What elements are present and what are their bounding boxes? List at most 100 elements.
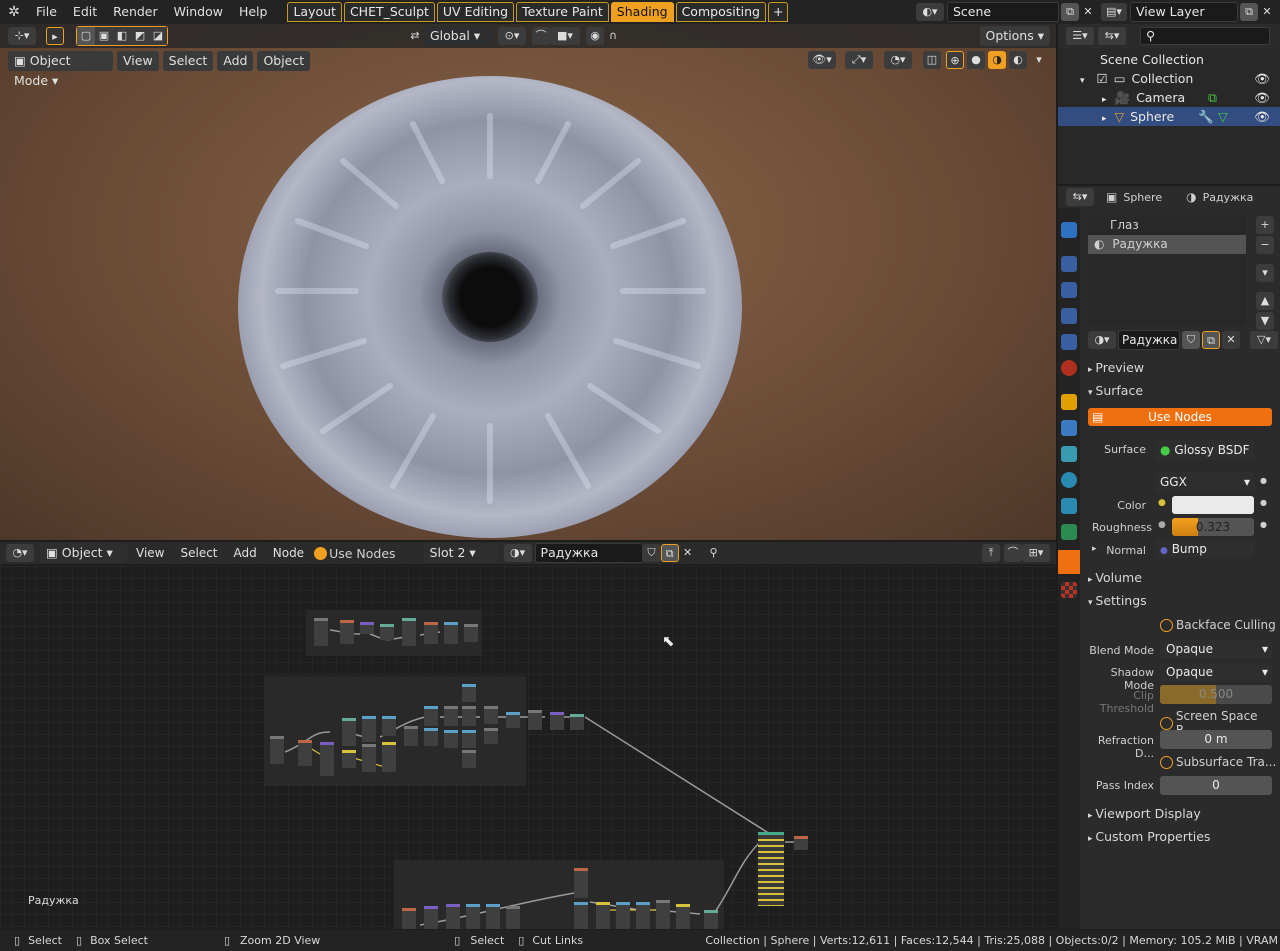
material-output-node[interactable] [758,832,784,906]
select-tool-icon[interactable]: ▸ [46,27,64,45]
properties-panel[interactable]: ⇆▾ ▣ Sphere ◑ Радужка Глаз ◐ Радужка + −… [1058,186,1280,929]
mesh-data-tab-icon[interactable] [1061,524,1077,540]
menu-file[interactable]: File [28,0,65,24]
node[interactable] [462,684,476,702]
proportional-edit-icon[interactable]: ◉ [586,27,604,45]
node[interactable] [320,742,334,776]
viewport-menu-object[interactable]: Object [257,51,311,71]
shading-options-icon[interactable]: ▾ [1030,51,1048,69]
physics-tab-icon[interactable] [1061,472,1077,488]
3d-viewport[interactable]: ⊹▾ ▸ ▢ ▣ ◧ ◩ ◪ ⇄ Global ▾ ⊙▾ ⌒ ■▾ ◉ ∩ Op… [0,24,1056,540]
iris-disc-model[interactable] [238,76,742,538]
particles-tab-icon[interactable] [1061,446,1077,462]
normal-input-field[interactable]: ● Bump [1156,540,1254,558]
node[interactable] [462,730,476,748]
viewport-display-section[interactable]: ▸ Viewport Display [1088,806,1201,821]
node[interactable] [298,740,312,766]
node[interactable] [570,714,584,730]
fake-user-icon[interactable]: ⛉ [1182,331,1200,349]
gizmo-icon[interactable]: ⤢▾ [845,51,873,69]
tab-compositing[interactable]: Compositing [675,2,766,22]
normal-expand-icon[interactable]: ▸ [1092,544,1097,554]
new-view-layer-icon[interactable]: ⧉ [1240,3,1258,21]
node[interactable] [380,624,394,640]
mesh-data-icon[interactable]: ▽ [1218,107,1228,126]
select-mode-buttons[interactable]: ▢ ▣ ◧ ◩ ◪ [76,26,168,46]
node[interactable] [486,904,500,929]
node[interactable] [444,622,458,644]
node[interactable] [484,728,498,744]
slot-specials-icon[interactable]: ▾ [1256,264,1274,282]
node[interactable] [382,716,396,736]
falloff-icon[interactable]: ∩ [604,27,622,45]
subsurface-translucency-checkbox[interactable]: Subsurface Tra... [1160,755,1276,769]
node[interactable] [362,716,376,742]
node[interactable] [462,750,476,768]
visibility-eye-icon[interactable]: 👁 [1254,69,1270,88]
node[interactable] [484,706,498,724]
node[interactable] [574,868,588,898]
menu-window[interactable]: Window [166,0,231,24]
output-tab-icon[interactable] [1061,282,1077,298]
viewport-menu-add[interactable]: Add [217,51,254,71]
use-nodes-button[interactable]: ▤ Use Nodes [1088,408,1272,426]
node[interactable] [404,726,418,746]
blender-logo-icon[interactable]: ✲ [0,4,28,20]
select-subtract-icon[interactable]: ◧ [113,27,131,45]
tab-uv-editing[interactable]: UV Editing [436,2,515,22]
node[interactable] [402,618,416,646]
modifier-wrench-icon[interactable]: 🔧 [1198,107,1214,126]
solid-shading-icon[interactable]: ● [967,51,985,69]
select-intersect-icon[interactable]: ◪ [149,27,167,45]
node[interactable] [362,744,376,772]
new-scene-icon[interactable]: ⧉ [1061,3,1079,21]
menu-edit[interactable]: Edit [65,0,105,24]
material-browse-icon[interactable]: ◑▾ [1088,331,1116,349]
expand-icon[interactable]: ▸ [1102,114,1107,124]
editor-type-icon[interactable]: ⊹▾ [8,27,36,45]
select-difference-icon[interactable]: ◩ [131,27,149,45]
select-extend-icon[interactable]: ▣ [95,27,113,45]
slot-item-glaz[interactable]: Глаз [1088,216,1246,235]
view-layer-icon[interactable]: ▤▾ [1101,3,1127,21]
link-mode-icon[interactable]: ▽▾ [1250,331,1278,349]
visibility-eye-icon[interactable]: 👁 [1254,88,1270,107]
node[interactable] [360,622,374,634]
tool-tab-icon[interactable] [1061,222,1077,238]
move-slot-down-icon[interactable]: ▼ [1256,312,1274,330]
tab-shading[interactable]: Shading [610,2,674,22]
distribution-dropdown[interactable]: GGX ▾ [1156,472,1254,492]
node[interactable] [424,622,438,644]
node[interactable] [424,706,438,726]
clip-threshold-slider[interactable]: 0.500 [1160,685,1272,704]
backface-culling-checkbox[interactable]: Backface Culling [1160,618,1276,632]
node[interactable] [464,624,478,642]
surface-section[interactable]: ▾ Surface [1088,383,1143,398]
remove-slot-icon[interactable]: − [1256,236,1274,254]
world-tab-icon[interactable] [1061,360,1077,376]
tab-layout[interactable]: Layout [287,2,342,22]
node[interactable] [342,718,356,746]
snap-target-icon[interactable]: ■▾ [550,27,580,45]
node[interactable] [506,906,520,929]
menu-render[interactable]: Render [105,0,166,24]
node[interactable] [636,902,650,929]
node[interactable] [704,910,718,929]
render-tab-icon[interactable] [1061,256,1077,272]
color-swatch[interactable] [1172,496,1254,514]
pivot-icon[interactable]: ⊙▾ [498,27,526,45]
display-mode-icon[interactable]: ⇆▾ [1098,27,1126,45]
move-slot-up-icon[interactable]: ▲ [1256,292,1274,310]
camera-data-icon[interactable]: ⧉ [1208,88,1217,107]
mode-dropdown[interactable]: ▣ Object Mode ▾ [8,51,113,88]
pass-index-field[interactable]: 0 [1160,776,1272,795]
material-tab-icon[interactable] [1058,550,1080,574]
node[interactable] [444,730,458,748]
shadow-mode-dropdown[interactable]: Opaque ▾ [1160,663,1272,682]
node[interactable] [444,706,458,726]
material-name-field[interactable]: Радужка [1118,330,1180,350]
node[interactable] [506,712,520,728]
wireframe-shading-icon[interactable]: ⊕ [946,51,964,69]
properties-type-icon[interactable]: ⇆▾ [1066,188,1094,206]
add-slot-icon[interactable]: + [1256,216,1274,234]
